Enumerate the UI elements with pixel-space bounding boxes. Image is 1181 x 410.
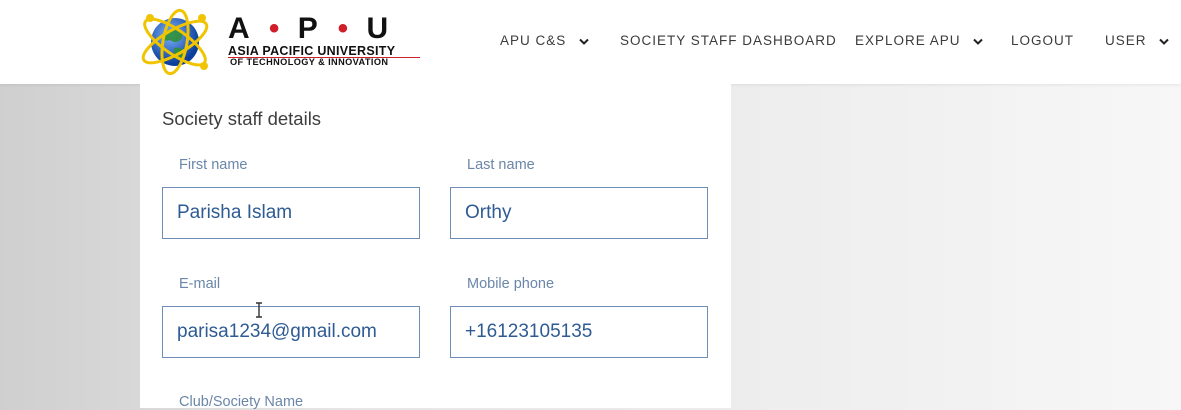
text-cursor-icon — [254, 302, 264, 318]
apu-globe-logo-icon[interactable] — [138, 8, 216, 76]
last-name-label: Last name — [467, 157, 535, 173]
brand-letter-a: A — [228, 12, 249, 45]
nav-label: USER — [1105, 33, 1147, 48]
chevron-down-icon — [579, 34, 589, 49]
nav-label: EXPLORE APU — [855, 33, 961, 48]
brand-letter-p: P — [297, 12, 318, 45]
nav-item-society-staff-dashboard[interactable]: SOCIETY STAFF DASHBOARD — [620, 33, 837, 49]
nav-item-explore-apu[interactable]: EXPLORE APU — [855, 33, 984, 49]
brand-dot: • — [268, 12, 280, 45]
brand-dot: • — [337, 12, 349, 45]
logo-tagline: OF TECHNOLOGY & INNOVATION — [230, 57, 389, 67]
nav-item-logout[interactable]: LOGOUT — [1011, 33, 1074, 49]
chevron-down-icon — [973, 34, 984, 49]
nav-item-apu-cs[interactable]: APU C&S — [500, 33, 589, 49]
apu-wordmark[interactable]: A • P • U ASIA PACIFIC UNIVERSITY OF TEC… — [228, 14, 420, 70]
email-input[interactable] — [162, 306, 420, 358]
nav-label: SOCIETY STAFF DASHBOARD — [620, 33, 837, 48]
nav-item-user[interactable]: USER — [1105, 33, 1169, 49]
first-name-label: First name — [179, 157, 248, 173]
mobile-phone-input[interactable] — [450, 306, 708, 358]
top-navbar: A • P • U ASIA PACIFIC UNIVERSITY OF TEC… — [0, 0, 1181, 84]
logo-university-name: ASIA PACIFIC UNIVERSITY — [228, 44, 396, 58]
brand-letter-u: U — [366, 12, 389, 45]
society-staff-form-card: Society staff details First name Last na… — [140, 84, 731, 410]
first-name-input[interactable] — [162, 187, 420, 239]
nav-label: APU C&S — [500, 33, 567, 48]
apu-wordmark-letters: A • P • U — [228, 14, 420, 44]
email-label: E-mail — [179, 276, 221, 292]
nav-label: LOGOUT — [1011, 33, 1075, 48]
chevron-down-icon — [1159, 34, 1169, 49]
last-name-input[interactable] — [450, 187, 708, 239]
mobile-phone-label: Mobile phone — [467, 276, 555, 292]
section-title: Society staff details — [162, 108, 322, 129]
